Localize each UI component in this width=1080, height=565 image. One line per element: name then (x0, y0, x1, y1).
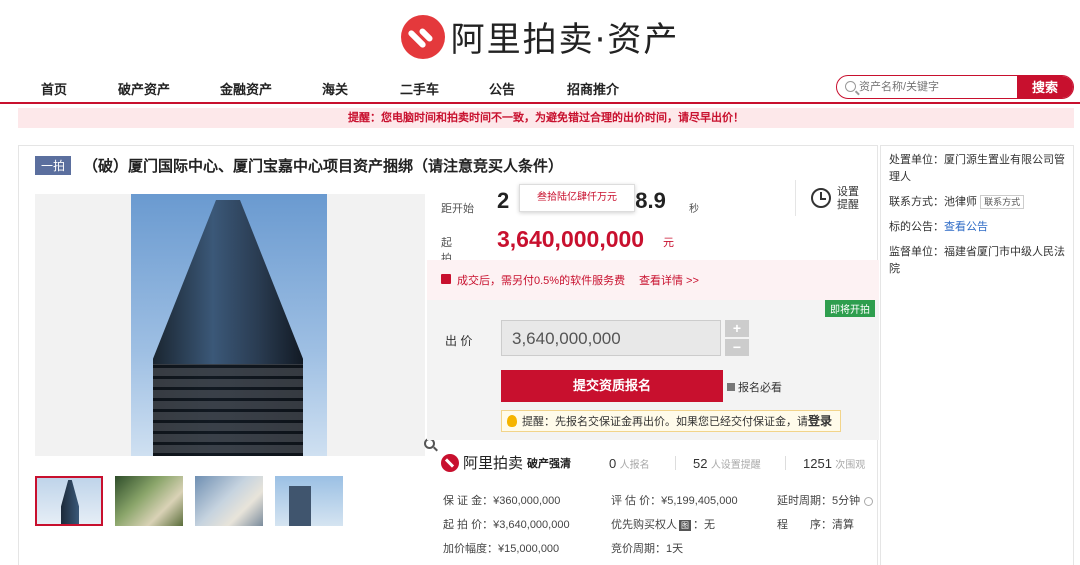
round-tag: 一拍 (35, 156, 72, 175)
thumbnail[interactable] (195, 476, 263, 526)
lightbulb-icon (507, 415, 517, 427)
fee-details-link[interactable]: 查看详情 >> (639, 272, 699, 288)
priority-label: 优先购买权人 (611, 519, 677, 531)
remind-count: 52 (693, 456, 708, 471)
main-photo[interactable] (35, 194, 425, 456)
start-price-value: 3,640,000,000 (497, 226, 645, 252)
search-button[interactable]: 搜索 (1017, 76, 1073, 98)
must-read-label: 报名必看 (738, 382, 782, 394)
document-icon (727, 383, 735, 391)
price-tooltip: 叁拾陆亿肆仟万元 (519, 184, 635, 212)
supervisor-label: 监督单位： (889, 246, 944, 258)
set-reminder-button[interactable]: 设置提醒 (837, 186, 867, 212)
nav-item-notices[interactable]: 公告 (489, 79, 515, 98)
fee-icon (441, 274, 451, 284)
signup-count: 0 (609, 456, 617, 471)
search-icon (845, 81, 856, 92)
stat-divider (675, 456, 676, 470)
countdown: 距开始 2 08.9 秒 叁拾陆亿肆仟万元 (441, 184, 781, 218)
submit-registration-button[interactable]: 提交资质报名 (501, 370, 723, 402)
thumbnail[interactable] (275, 476, 343, 526)
appraisal-price: 评 估 价：¥5,199,405,000 (611, 495, 738, 507)
service-fee-bar: 成交后，需另付0.5%的软件服务费 查看详情 >> (427, 260, 879, 300)
nav-divider (0, 102, 1080, 104)
procedure-value: 清算 (832, 519, 854, 531)
search-box: 搜索 (836, 75, 1074, 99)
site-logo[interactable]: 阿里拍卖·资产 (0, 12, 1080, 61)
login-link[interactable]: 登录 (808, 414, 832, 428)
item-panel: 一拍 （破）厦门国际中心、厦门宝嘉中心项目资产捆绑（请注意竞买人条件） 距开始 … (18, 145, 879, 565)
nav-item-home[interactable]: 首页 (41, 79, 67, 98)
side-panel: 处置单位：厦门源生置业有限公司管理人 联系方式：池律师 联系方式 标的公告：查看… (880, 145, 1074, 565)
contact-label: 联系方式： (889, 196, 944, 208)
bid-amount-input[interactable]: 3,640,000,000 (501, 320, 721, 356)
coming-soon-badge: 即将开拍 (825, 300, 875, 317)
photo-tower-base (153, 364, 303, 456)
divider (795, 180, 796, 216)
bid-label: 出 价 (445, 334, 473, 348)
brand-mark-icon (400, 14, 445, 59)
price-unit: 元 (663, 237, 674, 249)
signup-stat: 0 人报名 (609, 456, 650, 471)
supervisor-row: 监督单位：福建省厦门市中级人民法院 (889, 244, 1065, 278)
notice-label: 标的公告： (889, 221, 944, 233)
contact-button[interactable]: 联系方式 (980, 195, 1025, 209)
item-title-row: 一拍 （破）厦门国际中心、厦门宝嘉中心项目资产捆绑（请注意竞买人条件） (35, 155, 563, 176)
view-stat: 1251 次围观 (803, 456, 865, 471)
delay-period: 延时周期：5分钟 (777, 492, 874, 508)
priority-badge: 图 (679, 520, 691, 531)
priority-value: ：无 (693, 519, 715, 531)
bid-area: 即将开拍 出 价 3,640,000,000 + − 提交资质报名 报名必看 提… (427, 300, 879, 440)
login-tip: 提醒：先报名交保证金再出价。如果您已经交付保证金，请登录 (501, 410, 841, 432)
brand-mark-icon (441, 453, 459, 472)
increase-bid-button[interactable]: + (725, 320, 749, 337)
signup-label: 人报名 (619, 460, 650, 471)
nav-item-promotion[interactable]: 招商推介 (567, 79, 619, 98)
brand-name: 阿里拍卖 (463, 455, 524, 472)
countdown-digits-head: 2 (497, 188, 510, 213)
stats-row: 阿里拍卖 破产强清 0 人报名 52 人设置提醒 1251 次围观 (427, 450, 879, 482)
stat-divider (785, 456, 786, 470)
countdown-label: 距开始 (441, 203, 474, 215)
nav-item-finance[interactable]: 金融资产 (220, 79, 272, 98)
delay-text: 延时周期：5分钟 (777, 495, 861, 507)
logo-text: 阿里拍卖·资产 (450, 20, 680, 60)
procedure: 程 序：清算 (777, 516, 854, 532)
contact-name: 池律师 (944, 196, 977, 208)
must-read-link[interactable]: 报名必看 (727, 379, 782, 395)
search-input[interactable] (859, 78, 1009, 96)
disposer-row: 处置单位：厦门源生置业有限公司管理人 (889, 152, 1065, 186)
tip-text: 提醒：先报名交保证金再出价。如果您已经交付保证金，请 (522, 416, 808, 428)
main-nav: 首页 破产资产 金融资产 海关 二手车 公告 招商推介 搜索 (0, 75, 1080, 101)
countdown-unit: 秒 (689, 204, 699, 215)
bid-increment: 加价幅度：¥15,000,000 (443, 543, 560, 555)
disposer-label: 处置单位： (889, 154, 944, 166)
nav-item-customs[interactable]: 海关 (322, 79, 348, 98)
notice-row: 标的公告：查看公告 (889, 219, 1065, 236)
detail-start-price: 起 拍 价：¥3,640,000,000 (443, 519, 570, 531)
thumbnail-strip (35, 476, 355, 526)
fee-text: 成交后，需另付0.5%的软件服务费 (457, 275, 626, 287)
view-label: 次围观 (835, 460, 866, 471)
remind-stat: 52 人设置提醒 (693, 456, 761, 471)
alarm-clock-icon[interactable] (811, 188, 831, 208)
thumbnail[interactable] (35, 476, 103, 526)
brand-logo: 阿里拍卖 破产强清 (441, 452, 571, 473)
view-notice-link[interactable]: 查看公告 (944, 221, 988, 233)
remind-label: 人设置提醒 (710, 460, 761, 471)
help-icon[interactable] (864, 496, 874, 506)
deposit: 保 证 金：¥360,000,000 (443, 495, 561, 507)
procedure-label: 程 序： (777, 519, 832, 531)
decrease-bid-button[interactable]: − (725, 339, 749, 356)
thumbnail[interactable] (115, 476, 183, 526)
contact-row: 联系方式：池律师 联系方式 (889, 194, 1065, 211)
priority-buyer: 优先购买权人图：无 (611, 516, 715, 532)
nav-item-used-cars[interactable]: 二手车 (400, 79, 439, 98)
brand-badge: 破产强清 (527, 457, 572, 470)
item-title: （破）厦门国际中心、厦门宝嘉中心项目资产捆绑（请注意竞买人条件） (83, 158, 564, 175)
view-count: 1251 (803, 456, 832, 471)
bid-period: 竞价周期：1天 (611, 543, 684, 555)
time-warning-banner: 提醒：您电脑时间和拍卖时间不一致，为避免错过合理的出价时间，请尽早出价！ (18, 108, 1074, 128)
nav-item-bankruptcy[interactable]: 破产资产 (118, 79, 170, 98)
